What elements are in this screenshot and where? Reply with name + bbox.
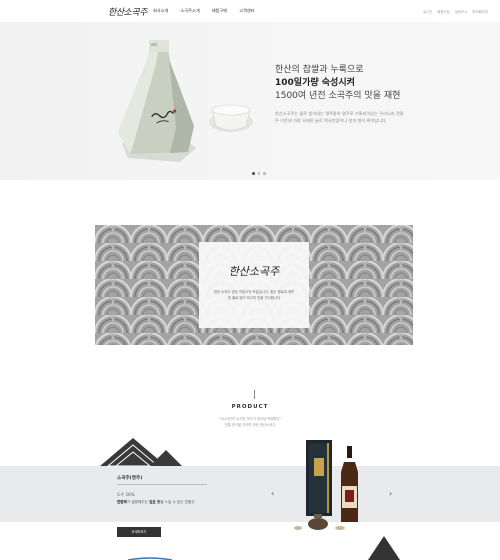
product-name-rule [117, 484, 207, 485]
product-detail-button[interactable]: 자세히보기 [117, 527, 161, 537]
hero-description: 한산소곡주는 물로 빚어내는 명주중의 명주로 기록되어있는 우리나라 전통주 … [275, 111, 404, 123]
nav-item-sogokju[interactable]: 소곡주소개 [180, 8, 199, 14]
main-nav: 회사소개 소곡주소개 제품구매 고객센터 [153, 8, 255, 14]
util-login[interactable]: 로그인 [423, 9, 432, 14]
hero-copy: 한산의 찹쌀과 누룩으로 100일가량 숙성시켜 1500여 년전 소곡주의 맛… [275, 64, 405, 124]
util-mypage[interactable]: 마이페이지 [472, 9, 488, 14]
util-join[interactable]: 회원가입 [437, 9, 449, 14]
banner-logo: 한산소곡주 [228, 265, 280, 278]
hero-line-1: 한산의 찹쌀과 누룩으로 [275, 65, 364, 75]
product-desc-mid: 가 설명해주는 [126, 500, 148, 504]
nav-item-company[interactable]: 회사소개 [153, 8, 168, 14]
product-subtitle-line-2: 전통 방식을 지키며 만든 한산소곡주 [224, 423, 276, 427]
site-logo[interactable]: 한산소곡주 [108, 5, 147, 18]
site-header: 한산소곡주 회사소개 소곡주소개 제품구매 고객센터 로그인 회원가입 장바구니… [0, 0, 500, 22]
utility-menu: 로그인 회원가입 장바구니 마이페이지 [423, 9, 488, 14]
product-description: 한편희가 설명해주는 깊은 맛을 느낄 수 있는 전통주 [117, 500, 195, 505]
product-section-title: PRODUCT [231, 404, 269, 410]
slider-pagination [252, 172, 266, 175]
chevron-left-icon[interactable]: ‹ [271, 489, 274, 498]
nav-item-purchase[interactable]: 제품구매 [212, 8, 227, 14]
nav-item-support[interactable]: 고객센터 [239, 8, 254, 14]
chevron-right-icon[interactable]: › [389, 489, 392, 498]
product-desc-bold-1: 한편희 [117, 500, 127, 504]
hero-slider: 한산의 찹쌀과 누룩으로 100일가량 숙성시켜 1500여 년전 소곡주의 맛… [0, 22, 500, 180]
banner-card: 한산소곡주 한산 소곡주 공장 저장고의 모습입니다. 좋은 원료와 깨끗한 물… [199, 242, 309, 328]
product-desc-end: 을 느낄 수 있는 전통주 [160, 500, 195, 504]
slider-dot-3[interactable] [263, 172, 266, 175]
slider-dot-1[interactable] [252, 172, 255, 175]
product-abv: 도수 16% [117, 492, 135, 497]
util-cart[interactable]: 장바구니 [455, 9, 467, 14]
slider-dot-2[interactable] [257, 172, 260, 175]
product-band [0, 466, 500, 522]
product-name: 소곡주(명주) [117, 476, 143, 481]
product-section-subtitle: "1500년의 유구한 역사가 빚어낸 백제명주" 전통 방식을 지키며 만든 … [0, 416, 500, 428]
brand-banner: 한산소곡주 한산 소곡주 공장 저장고의 모습입니다. 좋은 원료와 깨끗한 물… [95, 225, 413, 345]
hero-line-3: 1500여 년전 소곡주의 맛을 재현 [275, 91, 401, 101]
banner-description: 한산 소곡주 공장 저장고의 모습입니다. 좋은 원료와 깨끗한 물로 빚어 최… [213, 290, 295, 300]
section-divider [254, 390, 255, 399]
product-desc-bold-2: 깊은 맛 [149, 500, 161, 504]
hero-line-2: 100일가량 숙성시켜 [275, 78, 355, 88]
hero-product-image [118, 40, 253, 162]
